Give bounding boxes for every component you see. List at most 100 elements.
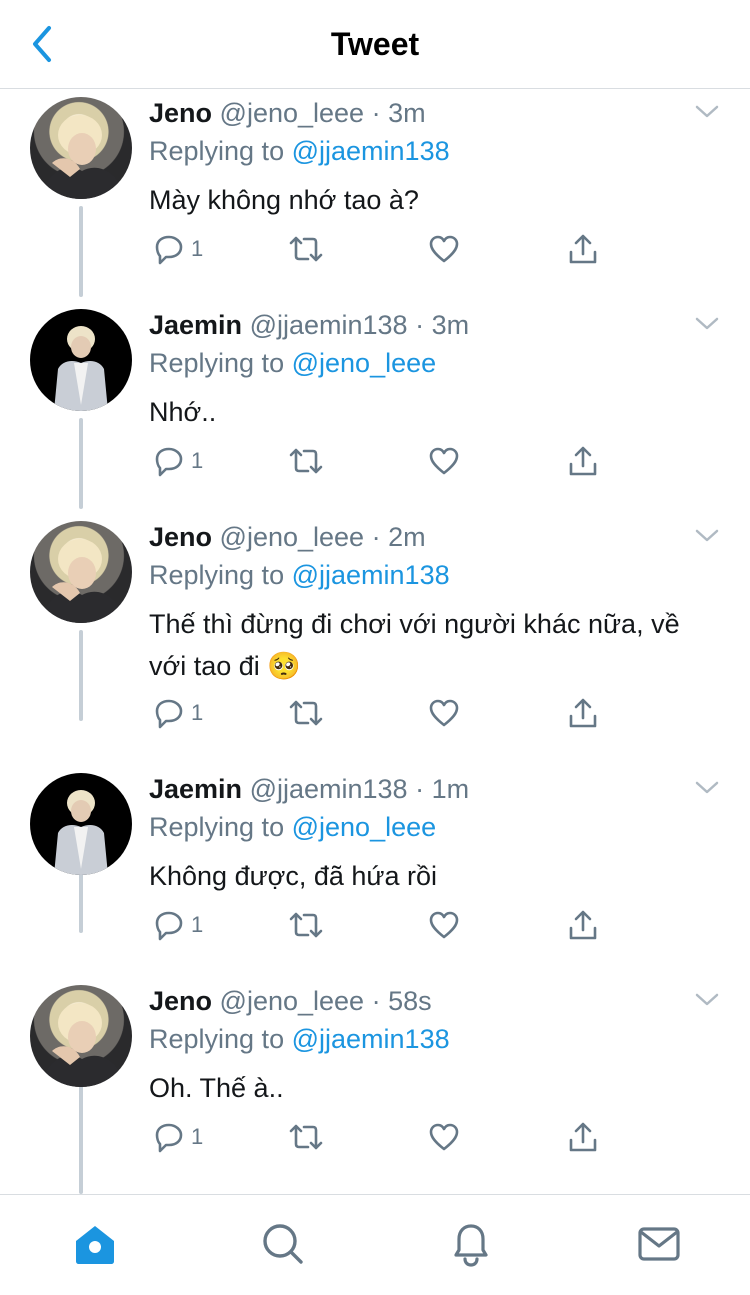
user-handle[interactable]: @jjaemin138 [250,310,408,340]
retweet-button[interactable] [287,229,325,269]
tweet[interactable]: Jeno @jeno_leee · 58s Replying to @jjaem… [0,977,750,1189]
tweet-actions: 1 [149,1117,619,1157]
like-icon [429,235,459,263]
chevron-down-icon[interactable] [692,775,722,799]
separator: · [415,774,425,804]
display-name[interactable]: Jaemin [149,774,242,804]
replying-label: Replying to [149,348,285,378]
retweet-button[interactable] [287,441,325,481]
chevron-down-icon[interactable] [692,987,722,1011]
reply-mention[interactable]: @jeno_leee [292,812,437,842]
tab-home[interactable] [70,1219,120,1269]
tweet-actions: 1 [149,441,619,481]
separator: · [371,98,381,128]
reply-icon [155,911,183,941]
user-handle[interactable]: @jeno_leee [220,522,365,552]
tweet[interactable]: Jaemin @jjaemin138 · 3m Replying to @jen… [0,301,750,513]
tweet-text: Nhớ.. [149,397,217,427]
tweet-header: Jeno @jeno_leee · 3m [149,95,426,131]
reply-button[interactable]: 1 [151,905,203,945]
like-button[interactable] [427,905,461,945]
display-name[interactable]: Jeno [149,986,212,1016]
reply-button[interactable]: 1 [151,693,203,733]
reply-mention[interactable]: @jjaemin138 [292,560,450,590]
reply-icon [155,235,183,265]
home-icon [76,1226,114,1264]
reply-mention[interactable]: @jjaemin138 [292,136,450,166]
tweet-text: Oh. Thế à.. [149,1073,284,1103]
avatar[interactable] [30,309,132,411]
avatar[interactable] [30,773,132,875]
user-handle[interactable]: @jeno_leee [220,98,365,128]
tweet-header: Jeno @jeno_leee · 58s [149,983,432,1019]
tweet-actions: 1 [149,693,619,733]
tab-messages[interactable] [634,1219,684,1269]
tweet-header: Jaemin @jjaemin138 · 3m [149,307,469,343]
tweet[interactable]: Jeno @jeno_leee · 2m Replying to @jjaemi… [0,513,750,729]
share-button[interactable] [566,441,600,481]
tab-search[interactable] [258,1219,308,1269]
tweet-thread[interactable]: Jeno @jeno_leee · 3m Replying to @jjaemi… [0,89,750,1194]
separator: · [415,310,425,340]
reply-icon [155,1123,183,1153]
share-icon [569,1122,597,1152]
user-handle[interactable]: @jeno_leee [220,986,365,1016]
profile-photo [54,326,108,411]
like-icon [429,699,459,727]
like-button[interactable] [427,229,461,269]
share-button[interactable] [566,1117,600,1157]
timestamp[interactable]: 3m [432,310,470,340]
replying-to: Replying to @jeno_leee [149,809,436,845]
share-button[interactable] [566,693,600,733]
share-icon [569,234,597,264]
reply-mention[interactable]: @jjaemin138 [292,1024,450,1054]
page-title: Tweet [330,26,420,62]
timestamp[interactable]: 1m [432,774,470,804]
display-name[interactable]: Jaemin [149,310,242,340]
tweet-text: Không được, đã hứa rồi [149,861,438,891]
retweet-button[interactable] [287,905,325,945]
avatar[interactable] [30,985,132,1087]
chevron-down-icon[interactable] [692,523,722,547]
replying-to: Replying to @jjaemin138 [149,557,450,593]
tweet[interactable]: Jeno @jeno_leee · 3m Replying to @jjaemi… [0,89,750,301]
like-icon [429,1123,459,1151]
replying-label: Replying to [149,812,285,842]
user-handle[interactable]: @jjaemin138 [250,774,408,804]
tab-notifications[interactable] [446,1219,496,1269]
timestamp[interactable]: 2m [388,522,426,552]
tweet-text: Thế thì đừng đi chơi với người khác nữa,… [149,609,680,681]
separator: · [371,522,381,552]
reply-count: 1 [191,448,204,473]
share-button[interactable] [566,905,600,945]
reply-button[interactable]: 1 [151,441,203,481]
like-button[interactable] [427,1117,461,1157]
retweet-button[interactable] [287,1117,325,1157]
reply-button[interactable]: 1 [151,229,203,269]
profile-photo [40,539,126,623]
like-button[interactable] [427,693,461,733]
display-name[interactable]: Jeno [149,98,212,128]
avatar[interactable] [30,97,132,199]
display-name[interactable]: Jeno [149,522,212,552]
timestamp[interactable]: 58s [388,986,432,1016]
share-icon [569,446,597,476]
reply-mention[interactable]: @jeno_leee [292,348,437,378]
tab-bar [0,1194,750,1295]
reply-button[interactable]: 1 [151,1117,203,1157]
chevron-down-icon[interactable] [692,311,722,335]
reply-count: 1 [191,236,204,261]
retweet-button[interactable] [287,693,325,733]
profile-photo [40,1003,126,1087]
reply-count: 1 [191,1124,204,1149]
separator: · [371,986,381,1016]
messages-icon [638,1227,680,1261]
tweet[interactable]: Jaemin @jjaemin138 · 1m Replying to @jen… [0,765,750,977]
avatar[interactable] [30,521,132,623]
timestamp[interactable]: 3m [388,98,426,128]
like-icon [429,447,459,475]
like-button[interactable] [427,441,461,481]
tweet-text: Mày không nhớ tao à? [149,185,419,215]
share-button[interactable] [566,229,600,269]
chevron-down-icon[interactable] [692,99,722,123]
